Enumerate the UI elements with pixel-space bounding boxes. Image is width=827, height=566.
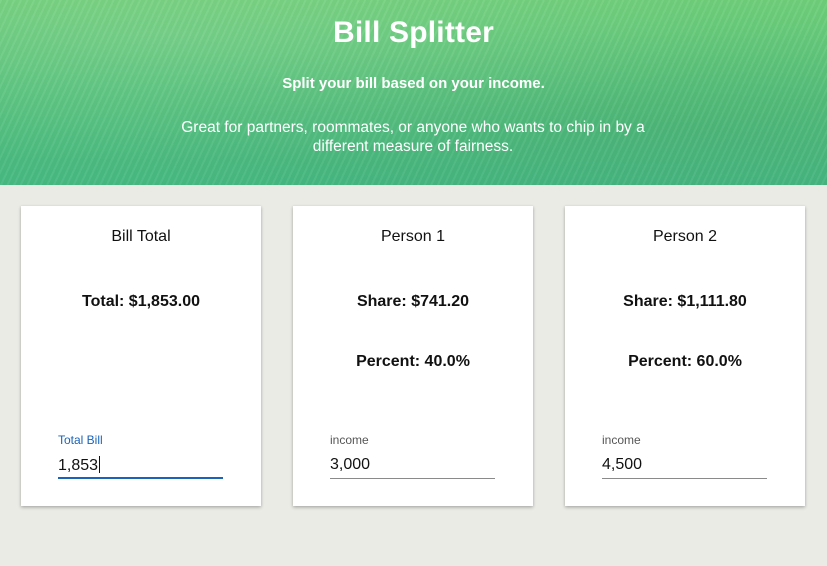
page-subtitle: Split your bill based on your income. [282, 75, 545, 92]
person-1-percent: Percent: 40.0% [356, 353, 470, 370]
person-1-share: Share: $741.20 [356, 293, 470, 310]
bill-total-card: Bill Total Total: $1,853.00 Total Bill 1… [21, 206, 261, 506]
person-1-income-input[interactable]: 3,000 [330, 454, 495, 479]
person-2-income-input[interactable]: 4,500 [602, 454, 767, 479]
person-2-card: Person 2 Share: $1,111.80 Percent: 60.0%… [565, 206, 805, 506]
page-title: Bill Splitter [333, 16, 494, 49]
total-bill-input[interactable]: 1,853 [58, 454, 223, 479]
person-1-income-value: 3,000 [330, 456, 371, 473]
bill-card-title: Bill Total [111, 228, 171, 245]
person-2-title: Person 2 [652, 228, 718, 245]
header-banner: Bill Splitter Split your bill based on y… [0, 0, 827, 185]
person-1-income-label: income [330, 433, 369, 447]
person-2-income-value: 4,500 [602, 456, 643, 473]
person-2-percent: Percent: 60.0% [628, 353, 742, 370]
person-1-title: Person 1 [380, 228, 446, 245]
person-1-card: Person 1 Share: $741.20 Percent: 40.0% i… [293, 206, 533, 506]
page-description: Great for partners, roommates, or anyone… [181, 119, 645, 155]
text-caret [99, 456, 101, 473]
total-bill-label: Total Bill [58, 433, 103, 447]
bill-total-value: Total: $1,853.00 [82, 293, 200, 310]
person-2-income-label: income [602, 433, 641, 447]
person-2-share: Share: $1,111.80 [623, 293, 747, 310]
total-bill-value: 1,853 [58, 457, 99, 474]
